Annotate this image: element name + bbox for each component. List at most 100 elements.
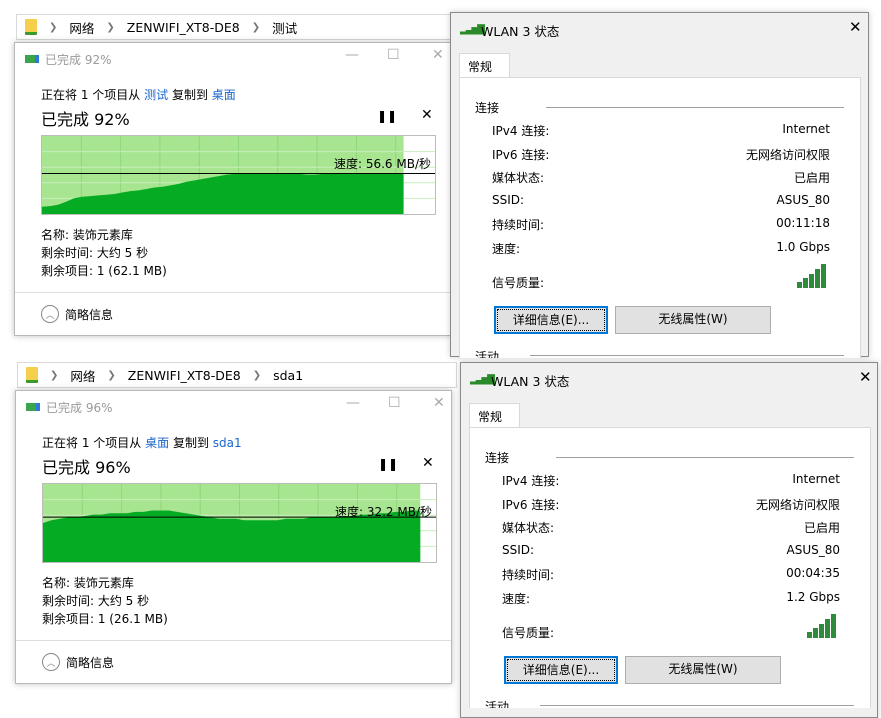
copy-progress-dialog: 已完成 96% — ☐ ✕ 正在将 1 个项目从 桌面 复制到 sda1 已完成… [15,390,452,684]
divider [16,640,451,641]
info-row: IPv4 连接:Internet [492,122,830,139]
dest-link[interactable]: sda1 [213,436,242,450]
info-row: 持续时间:00:11:18 [492,216,830,233]
copy-to-text: 复制到 [173,436,209,450]
info-row: 速度:1.2 Gbps [502,590,840,607]
dialog-title: 已完成 92% [45,51,112,68]
copy-prefix: 正在将 1 个项目从 [41,88,140,102]
maximize-button[interactable]: ☐ [388,395,401,411]
info-label: IPv6 连接: [502,496,559,513]
minimize-button[interactable]: — [346,395,360,411]
dialog-title: WLAN 3 状态 [481,21,559,40]
info-value: 无网络访问权限 [756,496,840,513]
close-button[interactable]: ✕ [859,368,872,386]
info-row: 持续时间:00:04:35 [502,566,840,583]
source-link[interactable]: 测试 [144,88,168,102]
chevron-right-icon: ❯ [50,370,58,381]
folder-icon [25,19,37,35]
info-value: Internet [792,472,840,489]
signal-quality-label: 信号质量: [502,624,554,641]
speed-chart [42,136,435,214]
wlan-status-dialog: ▂▃▅▇ WLAN 3 状态 ✕ 常规 连接 IPv4 连接:InternetI… [450,12,869,357]
close-button[interactable]: ✕ [433,395,445,411]
dialog-title: 已完成 96% [46,399,113,416]
less-details-label: 简略信息 [65,306,113,323]
copy-prefix: 正在将 1 个项目从 [42,436,141,450]
pause-button[interactable]: ❚❚ [377,109,397,123]
speed-graph: 速度: 32.2 MB/秒 [42,483,437,563]
source-link[interactable]: 桌面 [145,436,169,450]
info-label: IPv6 连接: [492,146,549,163]
signal-quality-label: 信号质量: [492,274,544,291]
progress-text: 已完成 92% [41,106,130,130]
chevron-up-icon: ︿ [41,305,59,323]
info-row: IPv6 连接: 无网络访问权限 [502,496,840,513]
signal-strength-icon [796,263,830,289]
wireless-properties-button[interactable]: 无线属性(W) [615,306,771,334]
close-button[interactable]: ✕ [849,18,862,36]
tab-general[interactable]: 常规 [469,403,520,428]
less-details-button[interactable]: ︿ 简略信息 [42,653,114,671]
chevron-right-icon: ❯ [252,22,260,33]
breadcrumb-item[interactable]: sda1 [273,368,303,383]
info-value: ASUS_80 [787,543,841,557]
remaining-items: 剩余项目: 1 (26.1 MB) [42,610,168,627]
wireless-properties-button[interactable]: 无线属性(W) [625,656,781,684]
info-value: 00:04:35 [786,566,840,583]
section-connection: 连接 [485,449,509,466]
info-label: SSID: [492,193,524,207]
cancel-button[interactable]: ✕ [422,455,434,471]
section-activity: 活动 [475,348,499,358]
info-label: 持续时间: [492,216,544,233]
chevron-right-icon: ❯ [107,370,115,381]
progress-text: 已完成 96% [42,454,131,478]
info-row: IPv6 连接: 无网络访问权限 [492,146,830,163]
divider [540,705,854,706]
info-label: 媒体状态: [502,519,554,536]
copy-to-text: 复制到 [172,88,208,102]
less-details-button[interactable]: ︿ 简略信息 [41,305,113,323]
breadcrumb-item[interactable]: 测试 [272,18,297,37]
details-button[interactable]: 详细信息(E)... [504,656,618,684]
chevron-up-icon: ︿ [42,653,60,671]
pause-button[interactable]: ❚❚ [378,457,398,471]
breadcrumb-item[interactable]: ZENWIFI_XT8-DE8 [127,20,240,35]
breadcrumb-item[interactable]: 网络 [70,366,95,385]
general-panel: 连接 IPv4 连接:InternetIPv6 连接:无网络访问权限媒体状态:已… [469,427,871,708]
breadcrumb-item[interactable]: ZENWIFI_XT8-DE8 [128,368,241,383]
explorer-breadcrumb: ❯ 网络 ❯ ZENWIFI_XT8-DE8 ❯ sda1 [17,362,457,388]
dest-link[interactable]: 桌面 [212,88,236,102]
breadcrumb-item[interactable]: 网络 [69,18,94,37]
close-button[interactable]: ✕ [432,47,444,63]
copy-description: 正在将 1 个项目从 桌面 复制到 sda1 [42,434,242,451]
cancel-button[interactable]: ✕ [421,107,433,123]
chevron-right-icon: ❯ [106,22,114,33]
explorer-breadcrumb: ❯ 网络 ❯ ZENWIFI_XT8-DE8 ❯ 测试 [16,14,456,40]
signal-strength-icon [806,613,840,639]
speed-chart [43,484,436,562]
section-activity: 活动 [485,698,509,708]
tab-general[interactable]: 常规 [459,53,510,78]
info-value: ASUS_80 [777,193,831,207]
signal-icon: ▂▃▅▇ [470,374,493,385]
divider [15,292,450,293]
chevron-right-icon: ❯ [49,22,57,33]
minimize-button[interactable]: — [345,47,359,63]
details-button[interactable]: 详细信息(E)... [494,306,608,334]
maximize-button[interactable]: ☐ [387,47,400,63]
info-row: 媒体状态:已启用 [502,519,840,536]
info-row: 速度:1.0 Gbps [492,240,830,257]
info-value: 无网络访问权限 [746,146,830,163]
wlan-status-dialog: ▂▃▅▇ WLAN 3 状态 ✕ 常规 连接 IPv4 连接:InternetI… [460,362,878,718]
less-details-label: 简略信息 [66,654,114,671]
copy-progress-dialog: 已完成 92% — ☐ ✕ 正在将 1 个项目从 测试 复制到 桌面 已完成 9… [14,42,451,336]
chevron-right-icon: ❯ [253,370,261,381]
info-row: SSID: ASUS_80 [492,193,830,207]
info-label: 媒体状态: [492,169,544,186]
info-value: 1.0 Gbps [776,240,830,257]
info-row: 媒体状态:已启用 [492,169,830,186]
speed-graph: 速度: 56.6 MB/秒 [41,135,436,215]
info-label: 速度: [502,590,530,607]
folder-icon [26,367,38,383]
signal-icon: ▂▃▅▇ [460,24,483,35]
